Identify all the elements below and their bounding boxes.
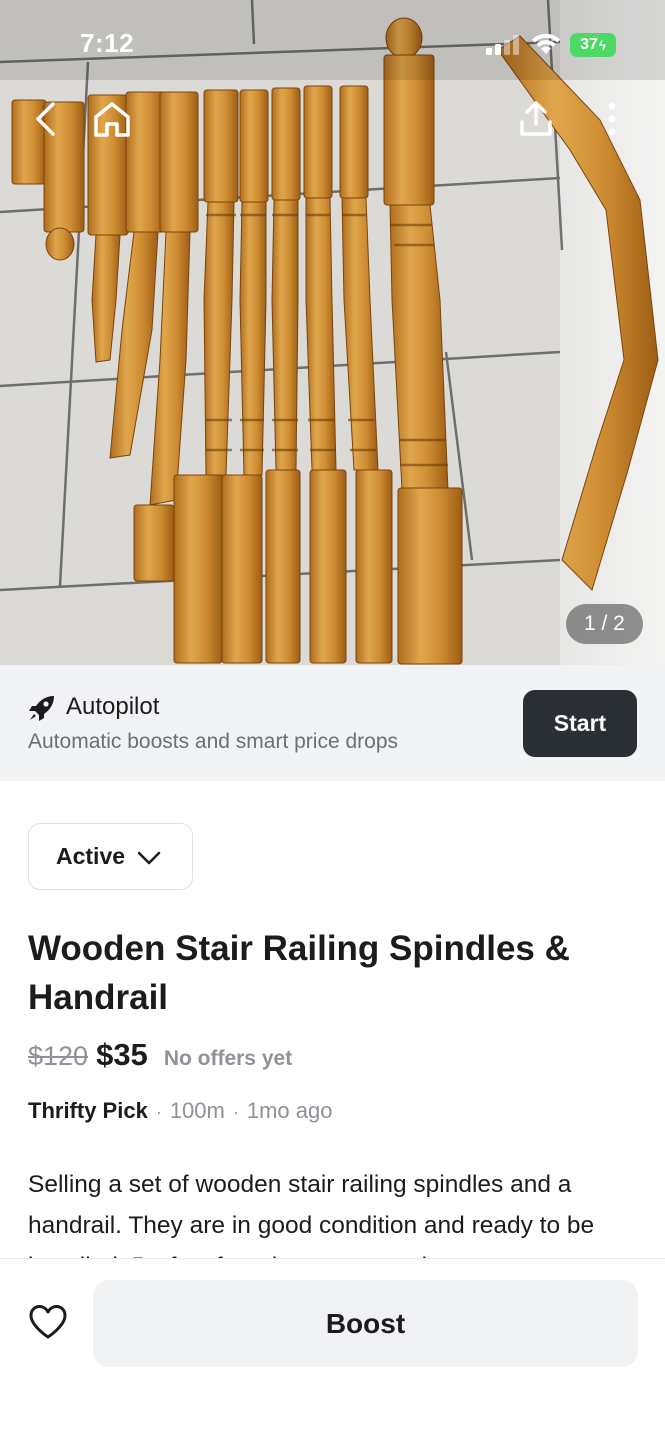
listing-description: Selling a set of wooden stair railing sp… xyxy=(28,1171,595,1260)
autopilot-start-button[interactable]: Start xyxy=(523,690,637,757)
autopilot-title: Autopilot xyxy=(66,693,160,720)
separator-dot: · xyxy=(155,1102,162,1122)
listing-status-dropdown[interactable]: Active xyxy=(28,823,193,890)
autopilot-subtitle: Automatic boosts and smart price drops xyxy=(28,730,399,753)
chevron-down-icon xyxy=(137,851,161,864)
offers-status: No offers yet xyxy=(163,1047,293,1070)
listing-status-value: Active xyxy=(56,843,126,869)
separator-dot: · xyxy=(232,1102,239,1122)
listing-distance: 100m xyxy=(169,1098,225,1123)
current-price: $35 xyxy=(96,1037,148,1072)
seller-name[interactable]: Thrifty Pick xyxy=(28,1098,148,1124)
home-icon xyxy=(94,102,130,137)
photo-counter: 1 / 2 xyxy=(566,604,643,644)
back-button[interactable] xyxy=(22,95,70,143)
charging-bolt-icon: ϟ xyxy=(598,37,606,53)
battery-level: 37 xyxy=(580,36,598,53)
share-button[interactable] xyxy=(512,95,560,143)
status-bar: 7:12 37 ϟ xyxy=(0,0,665,90)
price-row: $120 $35 No offers yet xyxy=(28,1037,292,1077)
more-options-button[interactable] xyxy=(588,95,636,143)
listing-title: Wooden Stair Railing Spindles & Handrail xyxy=(28,929,570,1017)
chevron-left-icon xyxy=(36,102,55,136)
wifi-icon xyxy=(532,33,560,54)
listing-meta: Thrifty Pick · 100m · 1mo ago xyxy=(28,1098,332,1124)
original-price: $120 xyxy=(28,1041,89,1071)
more-vertical-icon xyxy=(608,102,616,136)
heart-icon xyxy=(29,1305,67,1339)
cellular-signal-icon xyxy=(486,35,519,55)
favorite-button[interactable] xyxy=(24,1298,72,1346)
status-time: 7:12 xyxy=(80,28,135,58)
battery-indicator: 37 ϟ xyxy=(570,33,616,57)
home-button[interactable] xyxy=(88,95,136,143)
boost-button[interactable]: Boost xyxy=(93,1280,638,1367)
listing-photo[interactable]: 7:12 37 ϟ 1 / 2 xyxy=(0,0,665,665)
rocket-icon xyxy=(29,696,54,721)
listing-age: 1mo ago xyxy=(246,1098,333,1123)
share-icon xyxy=(520,101,552,136)
